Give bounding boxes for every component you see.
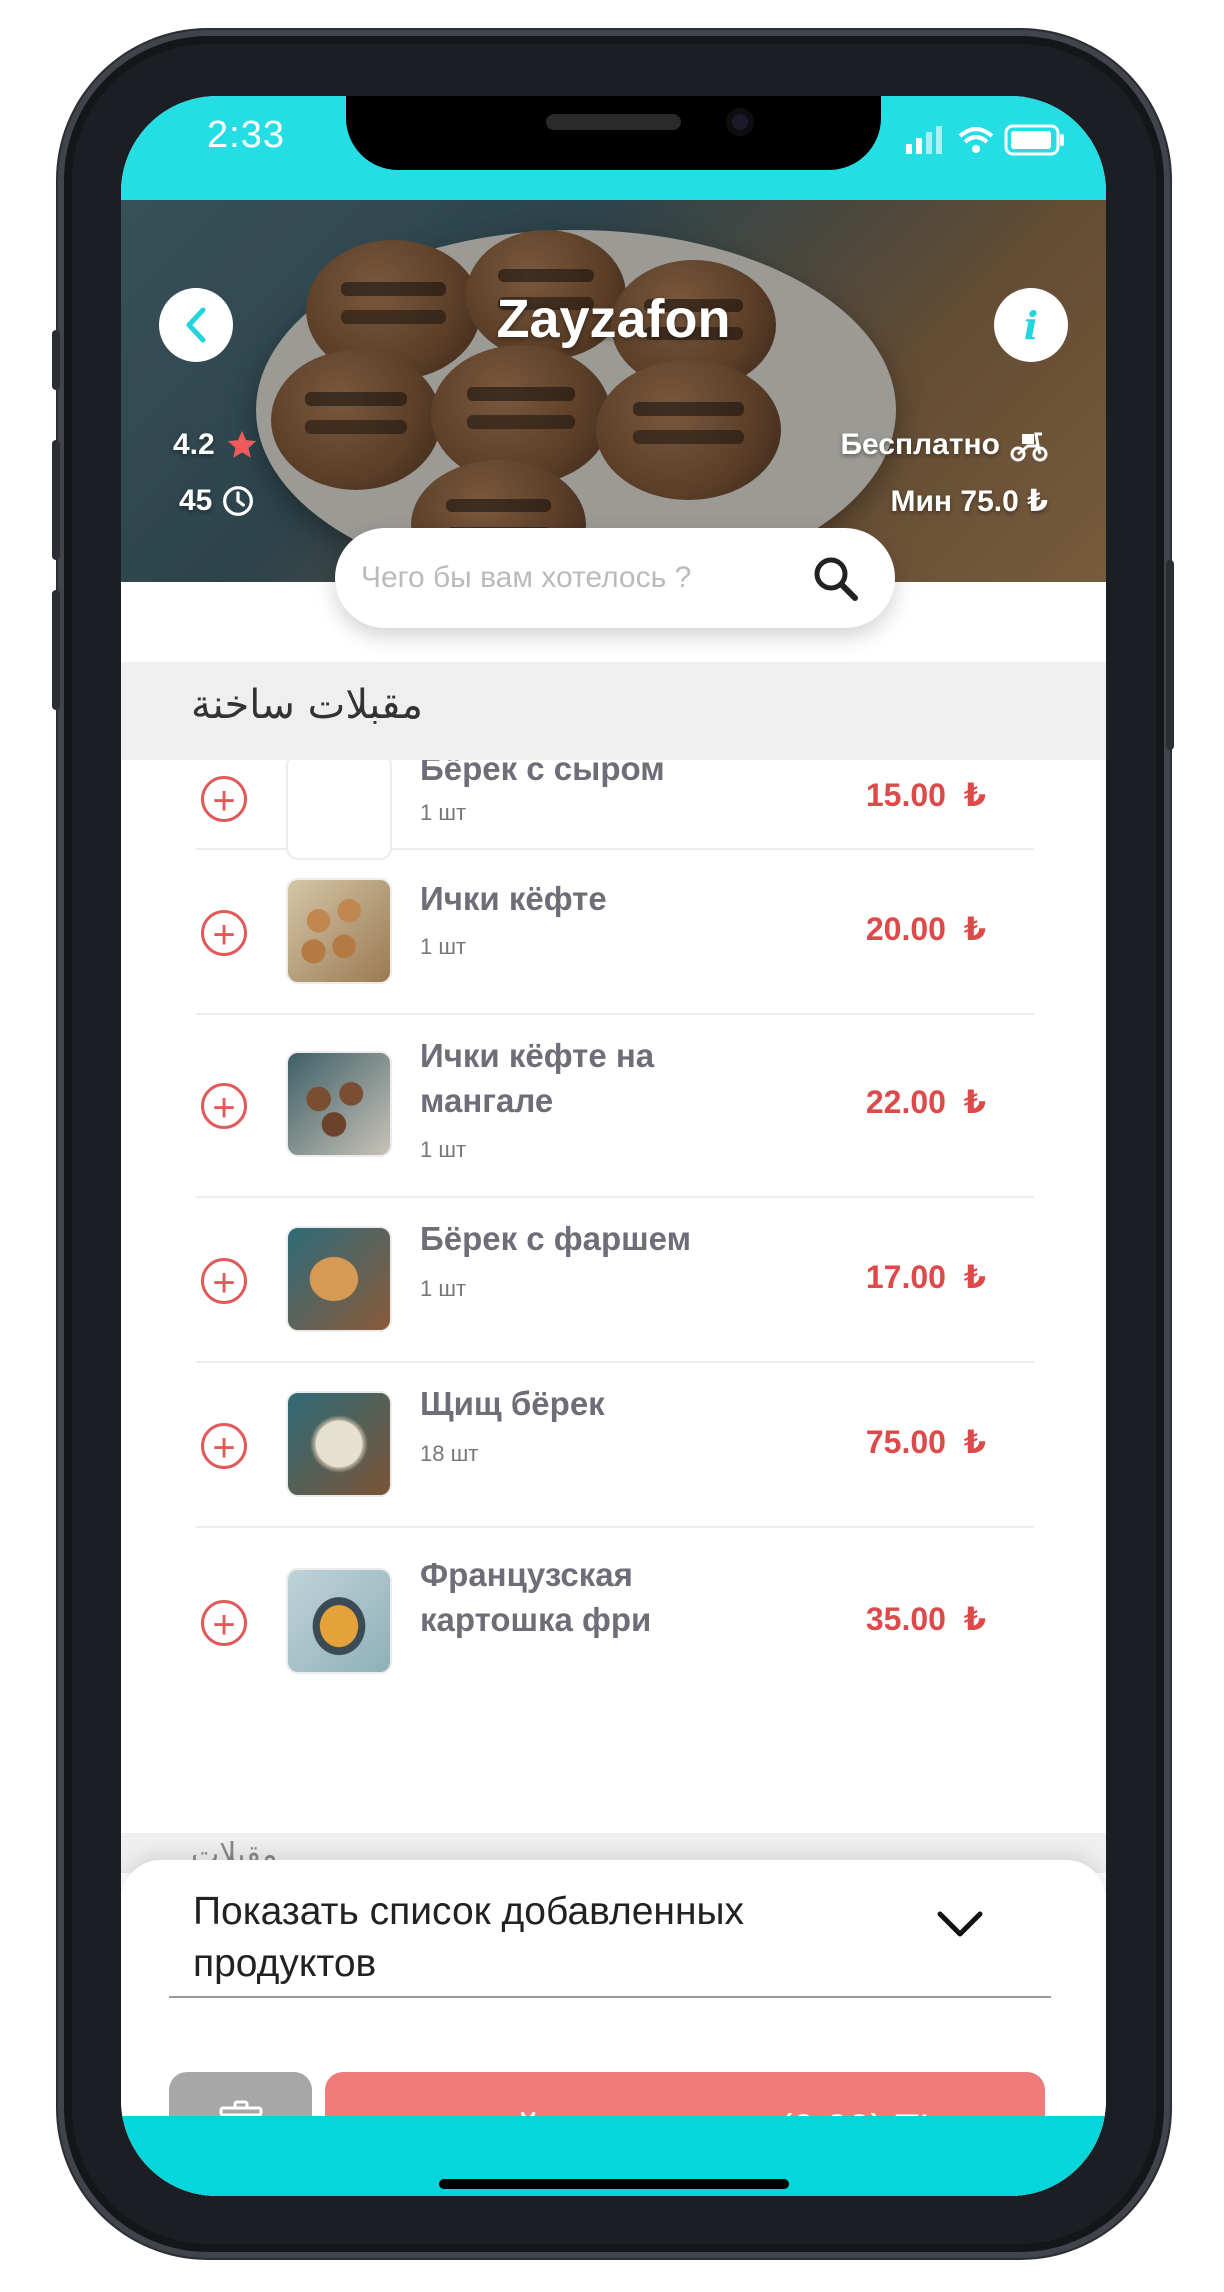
item-name: Щищ бёрек <box>420 1385 605 1422</box>
restaurant-name: Zayzafon <box>496 289 731 349</box>
item-qty: 1 шт <box>420 1276 467 1301</box>
price-value: 17.00 <box>865 1259 946 1295</box>
category-title: مقبلات ساخنة <box>191 682 423 728</box>
delivery-fee: Бесплатно <box>840 428 1048 462</box>
item-image <box>286 760 392 860</box>
rating: 4.2 <box>173 428 259 462</box>
add-item-button[interactable]: + <box>201 776 247 823</box>
star-icon <box>227 430 256 458</box>
add-item-button[interactable]: + <box>201 1083 247 1130</box>
front-camera <box>726 108 754 136</box>
item-image <box>286 878 392 984</box>
info-button[interactable]: i <box>994 288 1068 362</box>
item-image <box>286 1051 392 1157</box>
currency-symbol: ₺ <box>963 777 986 813</box>
silent-switch <box>52 330 60 390</box>
menu-item[interactable]: + Щищ бёрек 18 шт 75.00 ₺ <box>196 1361 1034 1528</box>
currency-symbol: ₺ <box>963 1259 986 1295</box>
notch <box>346 96 881 170</box>
hero-overlay <box>121 200 1106 582</box>
item-price: 20.00 ₺ <box>866 910 986 948</box>
item-qty: 1 шт <box>420 1137 467 1162</box>
info-icon: i <box>1023 302 1039 348</box>
item-price: 15.00 ₺ <box>866 776 986 814</box>
item-qty: 1 шт <box>420 800 467 825</box>
clock-icon <box>223 486 254 516</box>
item-name: Ички кёфте на мангале <box>420 1037 655 1119</box>
item-name: Ички кёфте <box>420 880 607 917</box>
item-price: 35.00 ₺ <box>866 1600 986 1638</box>
status-time: 2:33 <box>207 114 285 156</box>
delivery-time-value: 45 <box>179 484 213 517</box>
price-value: 20.00 <box>865 911 946 947</box>
add-item-button[interactable]: + <box>201 1423 247 1470</box>
currency-symbol: ₺ <box>963 1084 986 1120</box>
item-name: Французская картошка фри <box>420 1556 652 1638</box>
add-item-button[interactable]: + <box>201 910 247 957</box>
search-icon[interactable] <box>811 554 859 602</box>
item-qty: 18 шт <box>420 1441 479 1466</box>
price-value: 22.00 <box>865 1084 946 1120</box>
add-item-button[interactable]: + <box>201 1600 247 1647</box>
menu-item-list: + Бёрек с сыром 1 шт 15.00 ₺ + Ички кёфт… <box>121 760 1106 1833</box>
category-header: مقبلات ساخنة <box>121 662 1106 760</box>
app-screen: 2:33 Zayzafon i 4.2 45 Бесплатно Мин 75.… <box>121 96 1106 2196</box>
currency-symbol: ₺ <box>963 911 986 947</box>
delivery-fee-value: Бесплатно <box>840 428 1000 461</box>
min-order: Мин 75.0 ₺ <box>890 485 1049 518</box>
item-image <box>286 1226 392 1332</box>
menu-item[interactable]: + Бёрек с фаршем 1 шт 17.00 ₺ <box>196 1196 1034 1363</box>
search-input[interactable] <box>359 560 783 596</box>
menu-item[interactable]: + Ички кёфте 1 шт 20.00 ₺ <box>196 848 1034 1015</box>
menu-item[interactable]: + Французская картошка фри 35.00 ₺ <box>196 1526 1034 1706</box>
chevron-down-icon[interactable] <box>936 1910 984 1938</box>
volume-down-button <box>52 590 60 710</box>
restaurant-hero-image: Zayzafon i 4.2 45 Бесплатно Мин 75.0 ₺ <box>121 200 1106 582</box>
menu-item[interactable]: + Бёрек с сыром 1 шт 15.00 ₺ <box>196 760 1034 860</box>
price-value: 75.00 <box>865 1424 946 1460</box>
home-indicator[interactable] <box>439 2179 789 2189</box>
currency-symbol: ₺ <box>963 1424 986 1460</box>
earpiece <box>546 114 681 130</box>
item-name: Бёрек с фаршем <box>420 1220 692 1257</box>
power-button <box>1166 560 1174 750</box>
item-price: 17.00 ₺ <box>866 1258 986 1296</box>
currency-symbol: ₺ <box>963 1601 986 1637</box>
search-bar[interactable] <box>335 528 895 628</box>
add-item-button[interactable]: + <box>201 1258 247 1305</box>
rating-value: 4.2 <box>173 428 215 461</box>
volume-up-button <box>52 440 60 560</box>
show-added-products-toggle[interactable]: Показать список добавленных продуктов <box>193 1886 873 1990</box>
item-price: 22.00 ₺ <box>866 1083 986 1121</box>
item-price: 75.00 ₺ <box>866 1423 986 1461</box>
signal-wifi-battery-icon <box>906 124 1064 156</box>
price-value: 15.00 <box>865 777 946 813</box>
menu-item[interactable]: + Ички кёфте на мангале 1 шт 22.00 ₺ <box>196 1013 1034 1198</box>
scooter-icon <box>1010 432 1048 462</box>
status-icons <box>906 122 1066 156</box>
delivery-time: 45 <box>179 484 254 518</box>
item-qty: 1 шт <box>420 934 467 959</box>
item-image <box>286 1391 392 1497</box>
sheet-divider <box>169 1996 1051 1998</box>
item-name: Бёрек с сыром <box>420 760 665 787</box>
item-image <box>286 1568 392 1674</box>
price-value: 35.00 <box>865 1601 946 1637</box>
